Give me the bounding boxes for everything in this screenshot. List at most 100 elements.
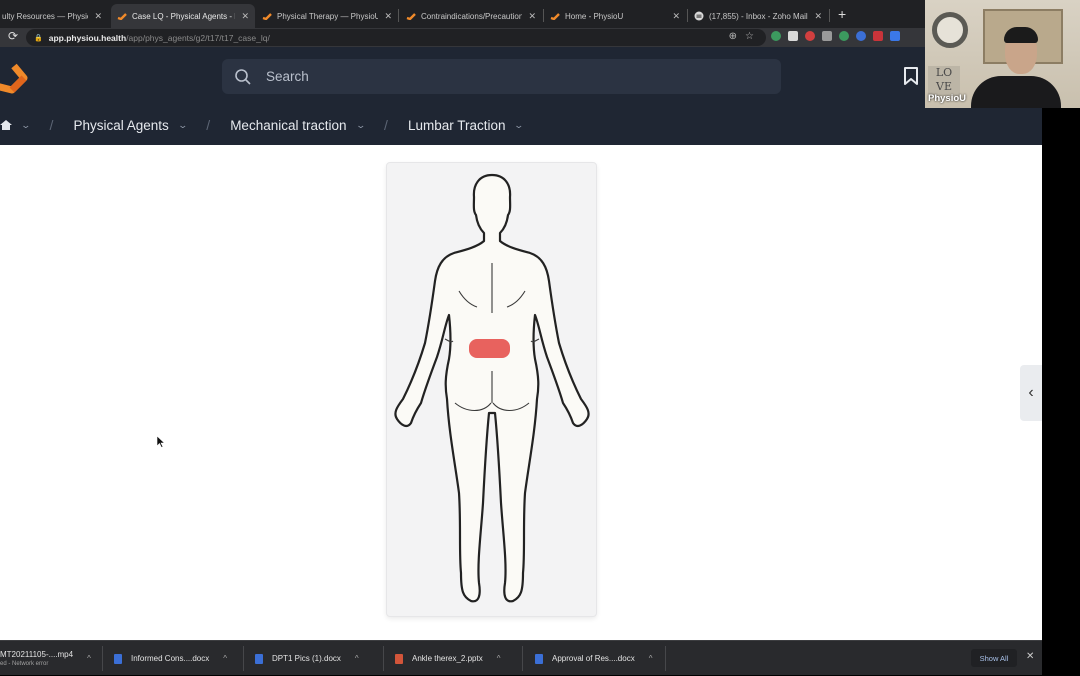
body-chart-card [386, 162, 597, 617]
download-filename: Ankle therex_2.pptx [412, 654, 483, 663]
download-filename: Informed Cons....docx [131, 654, 210, 663]
chevron-left-icon: ‹ [1028, 384, 1034, 401]
address-bar[interactable]: 🔒 app.physiou.health /app/phys_agents/g2… [26, 29, 766, 46]
breadcrumb-label: Lumbar Traction [407, 117, 506, 133]
tab-title: Physical Therapy — PhysioU [277, 11, 379, 21]
lumbar-highlight-region [469, 339, 510, 358]
powerpoint-icon [395, 653, 403, 664]
reload-icon[interactable]: ⟳ [8, 29, 18, 43]
breadcrumb-label: Mechanical traction [230, 117, 347, 133]
video-participant-label: PhysioU [928, 93, 967, 104]
screen: ulty Resources — PhysioU ✕ Case LQ - Phy… [0, 0, 1080, 675]
zoom-meeting-icon[interactable] [890, 31, 900, 41]
presenter-body [971, 76, 1061, 108]
mouse-cursor-icon [157, 436, 165, 448]
tab-title: (17,855) - Inbox - Zoho Mail ( [709, 11, 809, 21]
tab-close-icon[interactable]: ✕ [528, 11, 536, 22]
breadcrumb-mechanical-traction[interactable]: Mechanical traction ⌄ [230, 117, 366, 133]
search-placeholder: Search [266, 69, 309, 84]
tab-home-physiou[interactable]: Home - PhysioU ✕ [544, 4, 686, 28]
tab-close-icon[interactable]: ✕ [672, 11, 680, 22]
download-item[interactable]: Approval of Res....docx ^ [535, 641, 652, 676]
close-downloads-bar-icon[interactable]: ✕ [1026, 651, 1034, 662]
download-menu-caret[interactable]: ^ [497, 654, 501, 663]
download-item[interactable]: Informed Cons....docx ^ [114, 641, 227, 676]
love-sign: LO VE [928, 66, 960, 96]
tab-contraindications[interactable]: Contraindications/Precautions ✕ [400, 4, 542, 28]
extension-icon[interactable] [856, 31, 866, 41]
home-icon [0, 120, 12, 130]
download-menu-caret[interactable]: ^ [223, 654, 227, 663]
show-all-downloads-button[interactable]: Show All [971, 649, 1017, 667]
url-host: app.physiou.health [48, 32, 127, 43]
download-menu-caret[interactable]: ^ [87, 654, 91, 663]
physiou-logo-icon [406, 13, 416, 20]
physiou-logo-icon [550, 13, 560, 20]
download-item[interactable]: DPT1 Pics (1).docx ^ [255, 641, 359, 676]
chevron-down-icon[interactable]: ⌄ [177, 120, 188, 131]
word-doc-icon [535, 653, 543, 664]
extension-icon[interactable] [771, 31, 781, 41]
chevron-down-icon[interactable]: ⌄ [20, 120, 31, 131]
tab-zoho-mail[interactable]: (17,855) - Inbox - Zoho Mail ( ✕ [688, 4, 828, 28]
downloads-bar: MT20211105-....mp4 ed - Network error ^ … [0, 640, 1042, 675]
search-input[interactable]: Search [222, 59, 781, 94]
word-doc-icon [114, 653, 122, 664]
screen-margin [1042, 108, 1080, 675]
tab-faculty-resources[interactable]: ulty Resources — PhysioU ✕ [0, 4, 108, 28]
breadcrumb-separator: / [49, 117, 54, 133]
download-menu-caret[interactable]: ^ [649, 654, 653, 663]
new-tab-button[interactable]: + [838, 6, 846, 22]
tab-physical-therapy[interactable]: Physical Therapy — PhysioU ✕ [256, 4, 398, 28]
zoom-icon[interactable]: ⊕ [729, 31, 737, 42]
extension-icon[interactable] [839, 31, 849, 41]
download-separator [102, 646, 103, 671]
chevron-down-icon[interactable]: ⌄ [355, 120, 366, 131]
extension-icons [771, 31, 900, 41]
breadcrumb-label: Physical Agents [73, 117, 169, 133]
tab-title: Home - PhysioU [565, 11, 624, 21]
download-item[interactable]: MT20211105-....mp4 ed - Network error ^ [0, 641, 100, 676]
tab-separator [829, 9, 830, 22]
breadcrumb-separator: / [384, 117, 388, 133]
breadcrumb-home[interactable]: ⌄ [0, 119, 31, 131]
side-panel-toggle[interactable]: ‹ [1020, 365, 1042, 421]
search-icon [235, 68, 251, 85]
download-item[interactable]: Ankle therex_2.pptx ^ [395, 641, 500, 676]
download-separator [522, 646, 523, 671]
physiou-logo-icon [262, 13, 272, 20]
download-separator [243, 646, 244, 671]
bookmark-icon[interactable] [902, 66, 920, 86]
word-doc-icon [255, 653, 263, 664]
tab-separator [398, 9, 399, 22]
breadcrumb-physical-agents[interactable]: Physical Agents ⌄ [73, 117, 188, 133]
extension-icon[interactable] [788, 31, 798, 41]
physiou-logo-icon[interactable] [0, 60, 30, 94]
download-separator [383, 646, 384, 671]
download-status: ed - Network error [0, 661, 49, 667]
download-separator [665, 646, 666, 671]
breadcrumb: ⌄ / Physical Agents ⌄ / Mechanical tract… [0, 111, 525, 139]
chevron-down-icon[interactable]: ⌄ [514, 120, 525, 131]
tab-title: ulty Resources — PhysioU [2, 11, 89, 21]
url-path: /app/phys_agents/g2/t17/t17_case_lq/ [126, 32, 270, 43]
download-menu-caret[interactable]: ^ [355, 654, 359, 663]
tab-close-icon[interactable]: ✕ [241, 11, 249, 22]
extension-icon[interactable] [822, 31, 832, 41]
adblock-icon[interactable] [805, 31, 815, 41]
tab-close-icon[interactable]: ✕ [94, 11, 102, 22]
tab-close-icon[interactable]: ✕ [814, 11, 822, 22]
tab-title: Case LQ - Physical Agents - P [132, 11, 236, 21]
extension-icon[interactable] [873, 31, 883, 41]
lock-icon: 🔒 [34, 34, 43, 42]
main-content: ‹ [0, 145, 1042, 640]
zoho-mail-icon [694, 11, 704, 21]
wall-clock [932, 12, 968, 48]
download-filename: MT20211105-....mp4 [0, 650, 74, 659]
tab-close-icon[interactable]: ✕ [384, 11, 392, 22]
breadcrumb-separator: / [206, 117, 211, 133]
breadcrumb-lumbar-traction[interactable]: Lumbar Traction ⌄ [407, 117, 525, 133]
browser-tab-strip: ulty Resources — PhysioU ✕ Case LQ - Phy… [0, 0, 1042, 28]
tab-case-lq[interactable]: Case LQ - Physical Agents - P ✕ [111, 4, 255, 28]
star-bookmark-icon[interactable]: ☆ [745, 31, 754, 42]
